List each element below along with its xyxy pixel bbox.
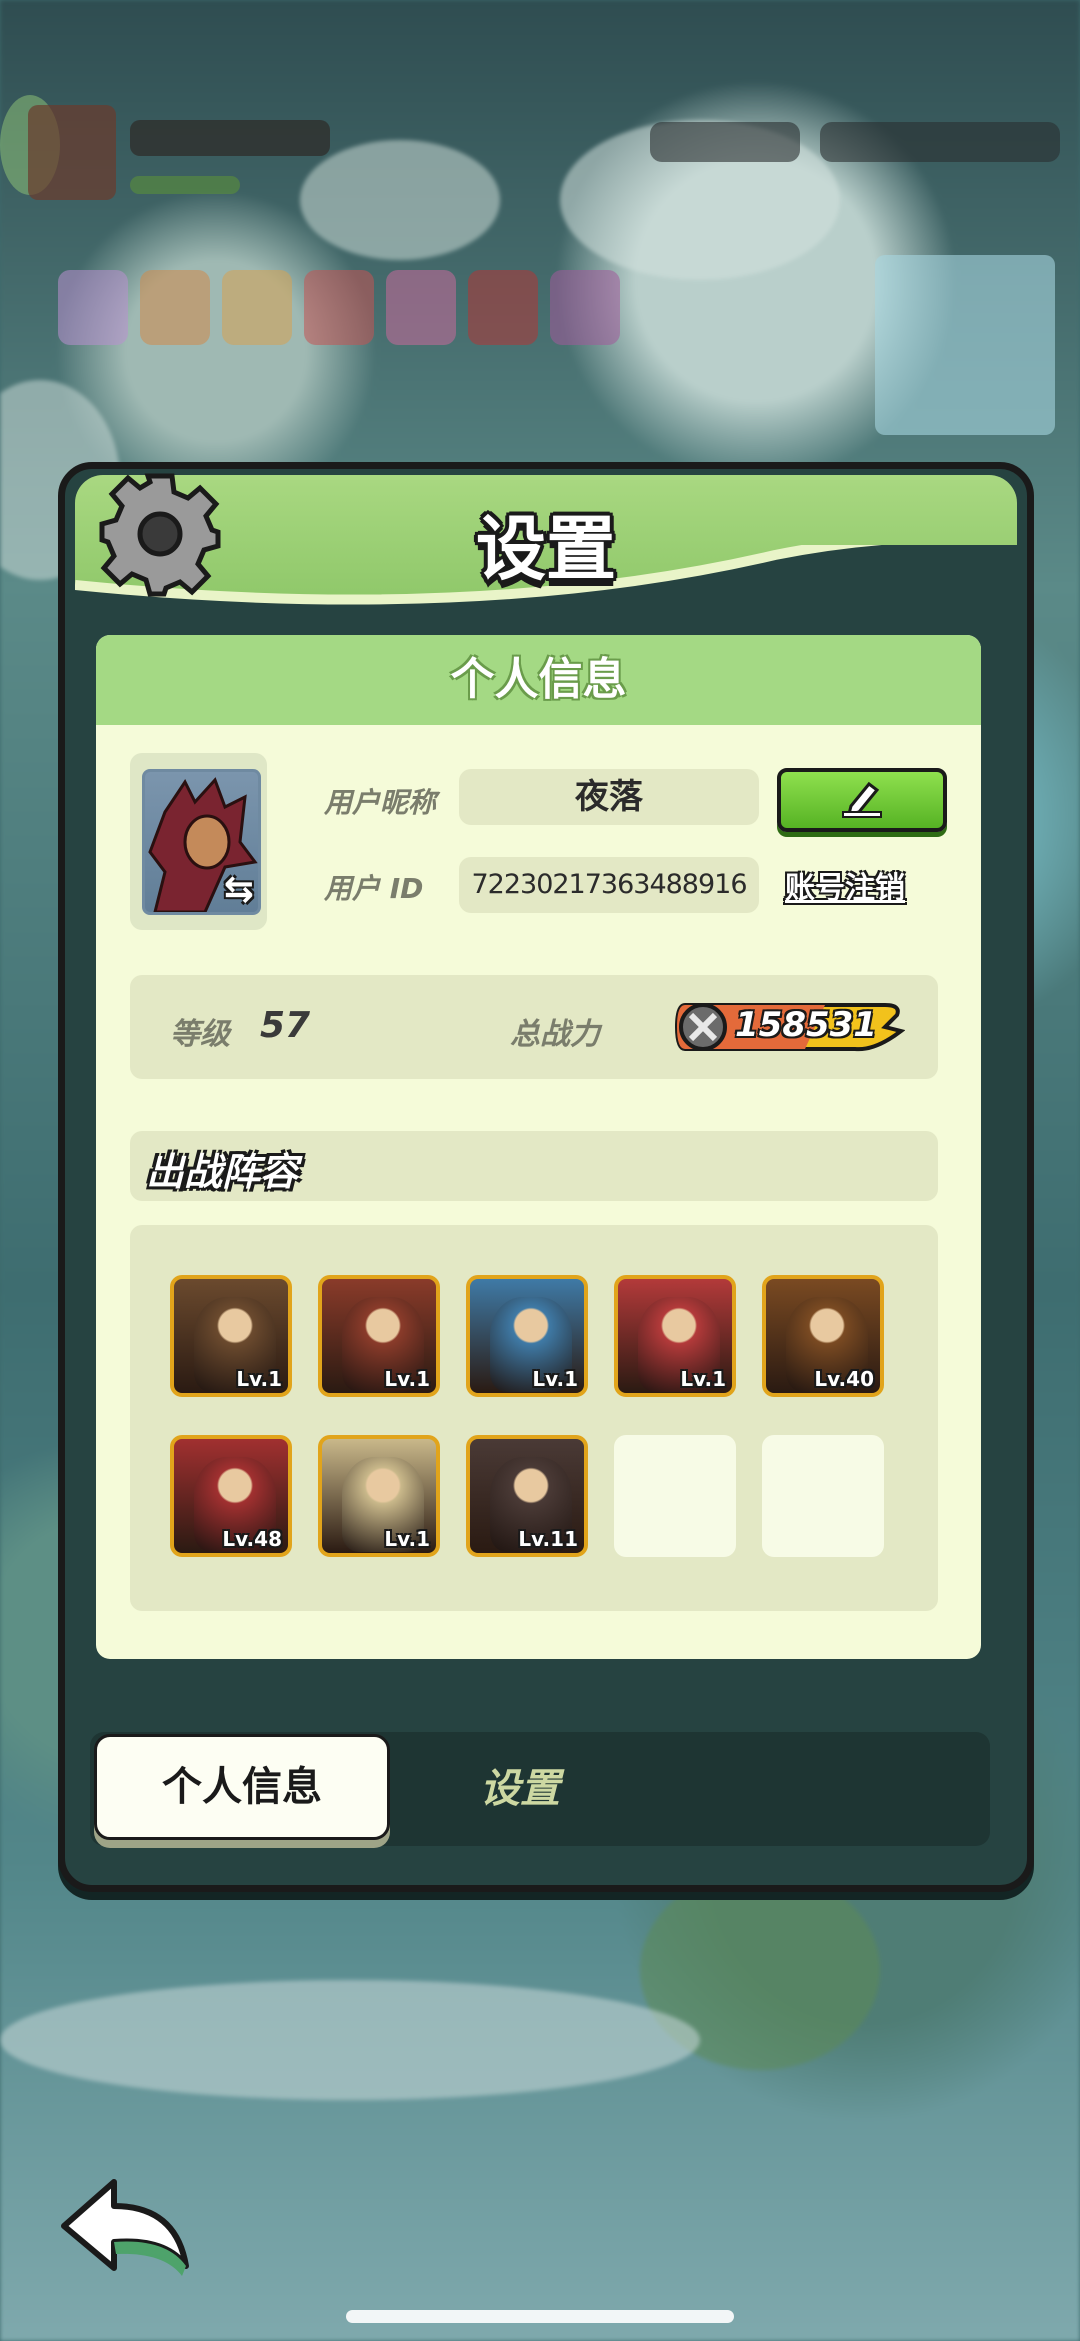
cancel-account-link[interactable]: 账号注销 [785, 863, 905, 907]
level-value: 57 [260, 1005, 311, 1046]
nickname-label: 用户昵称 [324, 786, 437, 819]
lineup-grid: Lv.1 Lv.1 Lv.1 Lv.1 Lv.40 Lv.48 Lv.1 Lv.… [130, 1225, 938, 1611]
hero-level: Lv.1 [236, 1367, 282, 1391]
empty-hero-slot[interactable] [614, 1435, 736, 1557]
tab-settings[interactable]: 设置 [400, 1732, 640, 1846]
user-id-label: 用户 ID [324, 872, 424, 905]
hero-level: Lv.11 [518, 1527, 578, 1551]
hero-level: Lv.1 [384, 1527, 430, 1551]
minimap[interactable] [875, 255, 1055, 435]
lineup-header: 出战阵容 [130, 1131, 938, 1201]
swap-avatar-icon[interactable]: ⇆ [224, 869, 254, 910]
hero-slot[interactable]: Lv.40 [762, 1275, 884, 1397]
player-name-bar [130, 120, 330, 156]
stats-row: 等级 57 总战力 158531 [130, 975, 938, 1079]
gear-icon [99, 473, 221, 597]
game-hud [0, 0, 1080, 435]
hero-level: Lv.40 [814, 1367, 874, 1391]
avatar[interactable]: ⇆ [142, 769, 261, 915]
event-icon[interactable] [222, 270, 292, 345]
gold-counter [820, 122, 1060, 162]
hero-level: Lv.48 [222, 1527, 282, 1551]
tab-personal-info[interactable]: 个人信息 [94, 1734, 390, 1840]
edit-nickname-button[interactable] [777, 768, 947, 832]
hero-slot[interactable]: Lv.1 [318, 1275, 440, 1397]
profile-panel: 个人信息 ⇆ 用户昵称 夜落 用户 ID 72230217363488916 账… [96, 635, 981, 1659]
user-id-field: 72230217363488916 [459, 857, 759, 913]
level-label: 等级 [170, 1017, 230, 1052]
empty-hero-slot[interactable] [762, 1435, 884, 1557]
hero-slot[interactable]: Lv.1 [614, 1275, 736, 1397]
event-icon[interactable] [468, 270, 538, 345]
gem-counter [650, 122, 800, 162]
power-badge: 158531 [675, 1001, 905, 1053]
hero-slot[interactable]: Lv.1 [318, 1435, 440, 1557]
player-avatar[interactable] [28, 105, 116, 200]
hero-slot[interactable]: Lv.1 [170, 1275, 292, 1397]
profile-section-title: 个人信息 [96, 635, 981, 725]
hero-level: Lv.1 [532, 1367, 578, 1391]
event-icon[interactable] [304, 270, 374, 345]
hero-slot[interactable]: Lv.1 [466, 1275, 588, 1397]
avatar-frame[interactable]: ⇆ [130, 753, 267, 930]
hero-slot[interactable]: Lv.48 [170, 1435, 292, 1557]
hero-slot[interactable]: Lv.11 [466, 1435, 588, 1557]
event-icon[interactable] [58, 270, 128, 345]
event-icon[interactable] [550, 270, 620, 345]
power-value: 158531 [735, 1005, 877, 1045]
home-indicator[interactable] [346, 2310, 734, 2323]
xp-bar [130, 176, 240, 194]
pencil-icon [842, 781, 882, 818]
power-label: 总战力 [510, 1017, 600, 1052]
nickname-field: 夜落 [459, 769, 759, 825]
event-icon[interactable] [386, 270, 456, 345]
hero-level: Lv.1 [680, 1367, 726, 1391]
lineup-title: 出战阵容 [146, 1150, 299, 1194]
event-icon[interactable] [140, 270, 210, 345]
hero-level: Lv.1 [384, 1367, 430, 1391]
bottom-tab-bar: 个人信息 设置 [90, 1732, 990, 1846]
back-arrow-icon[interactable] [56, 2176, 196, 2286]
